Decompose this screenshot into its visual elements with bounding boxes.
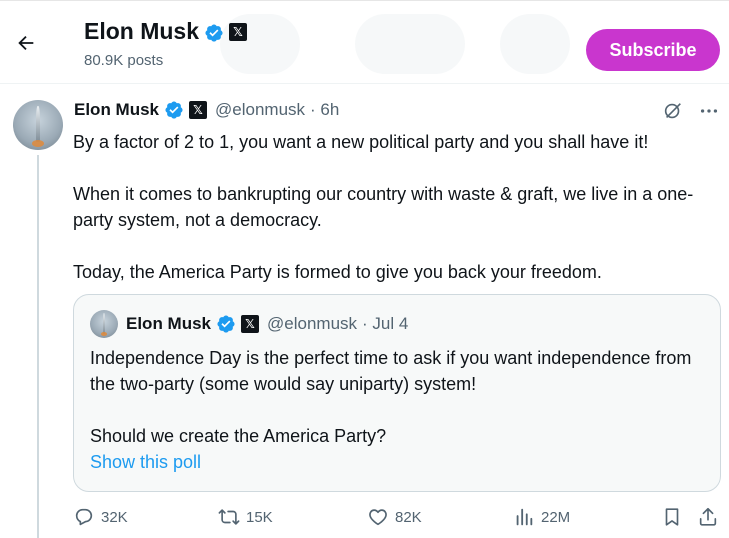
header-banner-ghost: [355, 14, 465, 74]
back-button[interactable]: [8, 25, 44, 61]
views-icon: [516, 508, 533, 526]
arrow-left-icon: [18, 35, 34, 51]
tweet-actions: 32K 15K 82K 22M: [73, 506, 723, 534]
header-banner-ghost: [500, 14, 570, 74]
more-icon[interactable]: [698, 100, 720, 122]
x-logo-icon: 𝕏: [241, 315, 260, 333]
grok-icon[interactable]: [662, 100, 684, 122]
share-button[interactable]: [697, 506, 719, 528]
heart-icon: [369, 509, 387, 526]
tweet-header-actions: [662, 100, 720, 122]
tweet-header: Elon Musk 𝕏 @elonmusk · 6h: [74, 100, 339, 120]
tweet-time[interactable]: · 6h: [310, 100, 339, 120]
reply-count: 32K: [101, 508, 128, 526]
tweet-paragraph: When it comes to bankrupting our country…: [73, 184, 694, 230]
avatar: [90, 310, 118, 338]
bookmark-icon: [665, 508, 679, 526]
header-title: Elon Musk 𝕏: [84, 18, 248, 45]
quote-paragraph: Independence Day is the perfect time to …: [90, 348, 692, 394]
quote-author-name: Elon Musk: [126, 314, 212, 333]
quote-paragraph: Should we create the America Party?: [90, 426, 387, 446]
like-button[interactable]: 82K: [367, 506, 422, 528]
top-divider: [0, 0, 729, 6]
tweet-paragraph: Today, the America Party is formed to gi…: [73, 262, 602, 282]
thread-line: [37, 155, 39, 538]
views-button[interactable]: 22M: [513, 506, 570, 528]
verified-badge-icon[interactable]: [164, 100, 184, 120]
quoted-tweet[interactable]: Elon Musk 𝕏 @elonmusk · Jul 4 Independen…: [73, 294, 721, 492]
share-icon: [699, 507, 717, 526]
tweet-text: By a factor of 2 to 1, you want a new po…: [73, 129, 713, 311]
bookmark-button[interactable]: [661, 506, 683, 528]
x-logo-icon[interactable]: 𝕏: [189, 101, 208, 119]
verified-badge-icon: [216, 314, 236, 334]
post-count: 80.9K posts: [84, 52, 164, 69]
verified-badge-icon[interactable]: [204, 22, 224, 42]
header-name: Elon Musk: [84, 18, 200, 44]
profile-header: Elon Musk 𝕏 80.9K posts Subscribe: [0, 8, 729, 84]
author-name[interactable]: Elon Musk: [74, 100, 159, 120]
repost-button[interactable]: 15K: [218, 506, 273, 528]
repost-icon: [218, 509, 240, 525]
reply-icon: [75, 508, 93, 526]
views-count: 22M: [541, 508, 571, 526]
quote-time: · Jul 4: [362, 314, 409, 333]
like-count: 82K: [395, 508, 422, 526]
avatar[interactable]: [13, 100, 63, 150]
x-logo-icon[interactable]: 𝕏: [229, 22, 248, 41]
subscribe-button[interactable]: Subscribe: [586, 29, 720, 71]
quote-author-handle: @elonmusk: [267, 314, 358, 333]
reply-button[interactable]: 32K: [73, 506, 128, 528]
quote-header: Elon Musk 𝕏 @elonmusk · Jul 4: [90, 310, 408, 338]
tweet-paragraph: By a factor of 2 to 1, you want a new po…: [73, 132, 649, 152]
show-poll-link[interactable]: Show this poll: [90, 452, 201, 473]
repost-count: 15K: [246, 508, 273, 526]
author-handle[interactable]: @elonmusk: [215, 100, 305, 120]
